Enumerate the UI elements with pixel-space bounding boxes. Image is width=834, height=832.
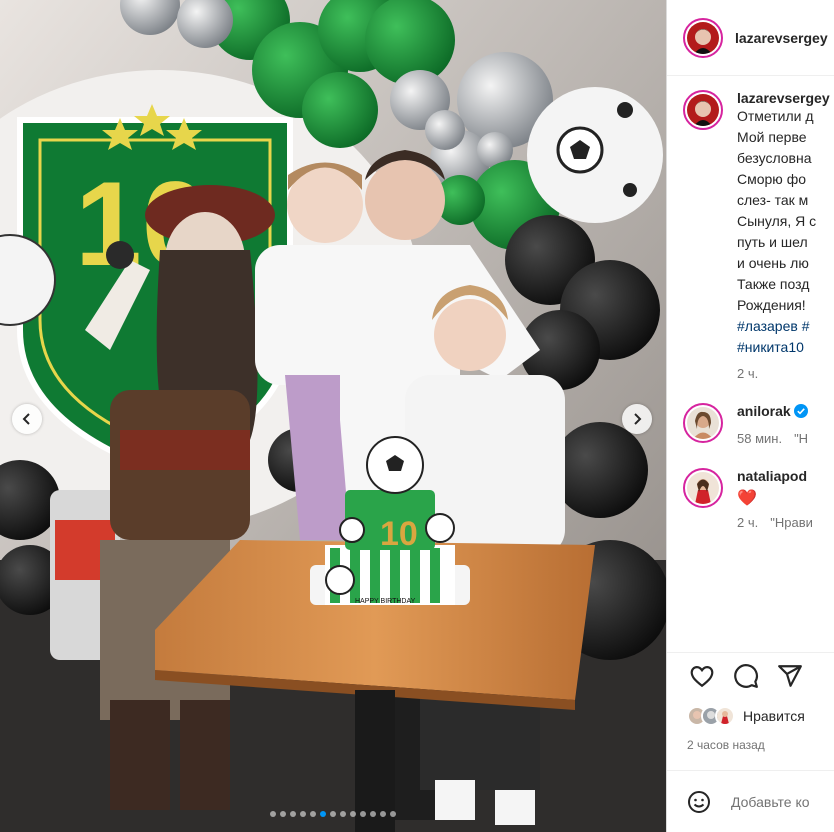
user-avatar-image bbox=[687, 21, 719, 54]
carousel-dot bbox=[330, 811, 336, 817]
likes-summary[interactable]: Нравится bbox=[687, 706, 805, 726]
share-button[interactable] bbox=[775, 661, 805, 691]
add-comment-input[interactable] bbox=[731, 793, 834, 810]
hashtag-link[interactable]: #лазарев # bbox=[737, 316, 830, 337]
avatar[interactable] bbox=[683, 90, 723, 130]
caption-line: Также позд bbox=[737, 276, 810, 292]
carousel-dot bbox=[320, 811, 326, 817]
avatar[interactable] bbox=[683, 17, 723, 58]
comment-time: 2 ч. bbox=[737, 515, 759, 530]
post-caption: lazarevsergey Отметили д Мой перве безус… bbox=[683, 90, 834, 381]
avatar[interactable] bbox=[683, 403, 723, 443]
party-photo-illustration: 10 10 HAPPY BIRTHDAY bbox=[0, 0, 666, 832]
post-photo[interactable]: 10 10 HAPPY BIRTHDAY bbox=[0, 0, 666, 832]
comments-list: lazarevsergey Отметили д Мой перве безус… bbox=[683, 90, 834, 530]
previous-photo-button[interactable] bbox=[12, 404, 42, 434]
caption-line: Мой перве bbox=[737, 129, 807, 145]
carousel-dot bbox=[300, 811, 306, 817]
caption-line: безусловна bbox=[737, 150, 812, 166]
add-comment-bar bbox=[667, 770, 834, 832]
carousel-dot bbox=[290, 811, 296, 817]
cake-number: 10 bbox=[380, 515, 418, 553]
caption-line: Отметили д bbox=[737, 108, 814, 124]
cake-text: HAPPY BIRTHDAY bbox=[355, 598, 416, 605]
post-actions-bar bbox=[667, 652, 834, 698]
comment-item: anilorak 58 мин. "Н bbox=[683, 403, 834, 446]
paper-plane-icon bbox=[778, 664, 802, 687]
caption-line: Сморю фо bbox=[737, 171, 807, 187]
chevron-left-icon bbox=[22, 413, 30, 425]
comment-bubble-icon bbox=[734, 663, 758, 688]
hashtag-link[interactable]: #никита10 bbox=[737, 337, 830, 358]
carousel-dot bbox=[350, 811, 356, 817]
carousel-dot bbox=[280, 811, 286, 817]
next-photo-button[interactable] bbox=[622, 404, 652, 434]
carousel-dot bbox=[380, 811, 386, 817]
comment-text: ❤️ bbox=[737, 490, 757, 507]
post-author-username[interactable]: lazarevsergey bbox=[735, 30, 828, 46]
comment-time: 58 мин. bbox=[737, 431, 783, 446]
post-timestamp: 2 часов назад bbox=[687, 738, 765, 752]
heart-outline-icon bbox=[690, 665, 714, 687]
caption-line: слез- так м bbox=[737, 192, 809, 208]
user-avatar-image bbox=[687, 94, 719, 126]
post-header: lazarevsergey bbox=[667, 0, 834, 76]
carousel-dot bbox=[270, 811, 276, 817]
carousel-dot bbox=[390, 811, 396, 817]
avatar[interactable] bbox=[683, 468, 723, 508]
carousel-indicator bbox=[0, 811, 666, 817]
caption-line: Сынуля, Я с bbox=[737, 213, 817, 229]
comment-button[interactable] bbox=[731, 661, 761, 691]
emoji-button[interactable] bbox=[687, 787, 711, 817]
carousel-dot bbox=[340, 811, 346, 817]
carousel-dot bbox=[310, 811, 316, 817]
like-button[interactable] bbox=[687, 661, 717, 691]
liker-avatar bbox=[715, 706, 735, 726]
comment-username[interactable]: nataliapod bbox=[737, 468, 807, 484]
caption-time: 2 ч. bbox=[737, 366, 759, 381]
carousel-dot bbox=[370, 811, 376, 817]
comment-item: nataliapod ❤️ 2 ч. "Нрави bbox=[683, 468, 834, 530]
carousel-dot bbox=[360, 811, 366, 817]
emoji-smiley-icon bbox=[688, 790, 710, 813]
user-avatar-image bbox=[687, 407, 719, 439]
caption-line: и очень лю bbox=[737, 255, 809, 271]
chevron-right-icon bbox=[634, 413, 642, 425]
caption-line: путь и шел bbox=[737, 234, 808, 250]
comment-like-count-link[interactable]: "Нрави bbox=[770, 515, 813, 530]
caption-username[interactable]: lazarevsergey bbox=[737, 90, 830, 106]
comment-like-count-link[interactable]: "Н bbox=[794, 431, 808, 446]
comment-username[interactable]: anilorak bbox=[737, 403, 791, 419]
user-avatar-image bbox=[687, 472, 719, 504]
post-details-panel: lazarevsergey lazarevsergey Отметили д М… bbox=[666, 0, 834, 832]
likes-label[interactable]: Нравится bbox=[743, 708, 805, 724]
caption-line: Рождения! bbox=[737, 297, 806, 313]
verified-badge-icon bbox=[793, 404, 808, 418]
